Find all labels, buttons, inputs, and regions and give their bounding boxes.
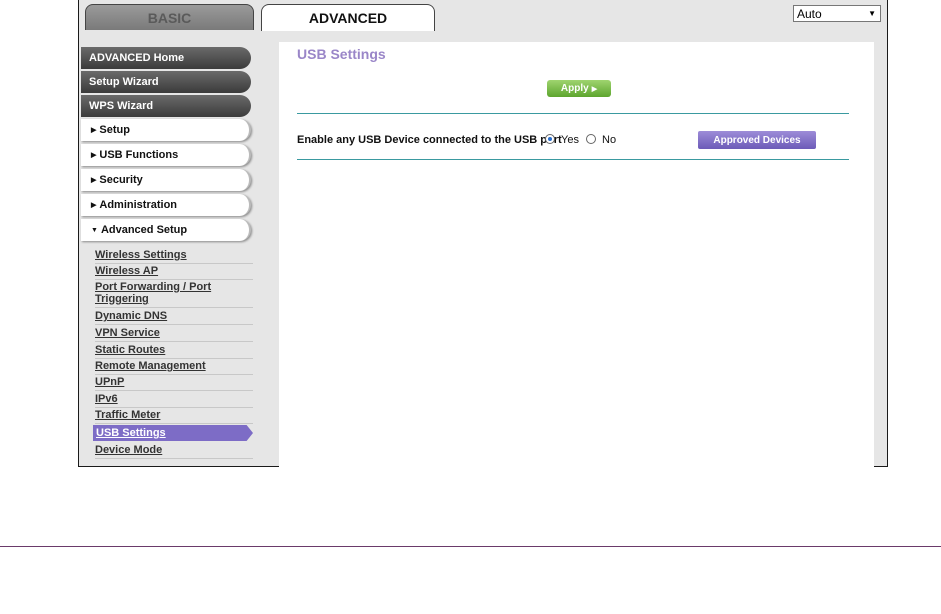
usb-no-label: No: [602, 134, 617, 146]
sidebar-section-label: Setup: [99, 124, 130, 136]
usb-enable-label: Enable any USB Device connected to the U…: [297, 134, 562, 146]
router-admin-frame: BASIC ADVANCED Auto ▼ ADVANCED Home Setu…: [78, 0, 888, 467]
triangle-down-icon: ▼: [91, 226, 98, 234]
sidebar-item-vpn-service[interactable]: VPN Service: [95, 325, 253, 342]
divider: [297, 113, 849, 114]
sidebar-wps-wizard[interactable]: WPS Wizard: [81, 95, 251, 117]
sidebar-item-device-mode[interactable]: Device Mode: [95, 442, 253, 459]
main-content: USB Settings Apply ▶ Enable any USB Devi…: [279, 42, 874, 467]
sidebar-item-static-routes[interactable]: Static Routes: [95, 342, 253, 359]
sidebar-section-label: Administration: [99, 199, 178, 211]
page-title: USB Settings: [297, 46, 386, 62]
sidebar-item-wireless-ap[interactable]: Wireless AP: [95, 263, 253, 280]
language-select-value: Auto: [797, 6, 822, 21]
sidebar-item-remote-management[interactable]: Remote Management: [95, 358, 253, 375]
tab-basic[interactable]: BASIC: [85, 4, 254, 30]
sidebar-section-administration[interactable]: ▶ Administration: [81, 194, 251, 216]
sidebar-item-port-forwarding[interactable]: Port Forwarding / Port Triggering: [95, 279, 253, 308]
sidebar-item-wireless-settings[interactable]: Wireless Settings: [95, 247, 253, 264]
usb-yes-label: Yes: [561, 134, 579, 146]
language-select[interactable]: Auto ▼: [793, 5, 881, 22]
triangle-right-icon: ▶: [91, 127, 97, 134]
usb-no-radio[interactable]: [586, 134, 596, 144]
sidebar-item-usb-settings[interactable]: USB Settings: [93, 425, 253, 441]
sidebar-item-traffic-meter[interactable]: Traffic Meter: [95, 407, 253, 424]
apply-label: Apply: [560, 83, 589, 94]
chevron-down-icon: ▼: [868, 9, 876, 18]
sidebar-section-setup[interactable]: ▶ Setup: [81, 119, 251, 141]
sidebar-section-label: Advanced Setup: [100, 224, 188, 236]
sidebar-section-usb-functions[interactable]: ▶ USB Functions: [81, 144, 251, 166]
triangle-right-icon: ▶: [91, 152, 97, 159]
triangle-right-icon: ▶: [91, 202, 97, 209]
sidebar-setup-wizard[interactable]: Setup Wizard: [81, 71, 251, 93]
sidebar-item-dynamic-dns[interactable]: Dynamic DNS: [95, 308, 253, 325]
divider: [297, 159, 849, 160]
sidebar-item-upnp[interactable]: UPnP: [95, 374, 253, 391]
approved-devices-button[interactable]: Approved Devices: [698, 131, 816, 149]
usb-yes-radio[interactable]: [545, 134, 555, 144]
sidebar-section-security[interactable]: ▶ Security: [81, 169, 251, 191]
triangle-right-icon: ▶: [591, 85, 598, 93]
sidebar-section-label: USB Functions: [99, 149, 179, 161]
sidebar-section-advanced-setup[interactable]: ▼ Advanced Setup: [81, 219, 251, 241]
page-footer-rule: [0, 546, 941, 547]
triangle-right-icon: ▶: [91, 177, 97, 184]
sidebar-advanced-home[interactable]: ADVANCED Home: [81, 47, 251, 69]
sidebar-section-label: Security: [99, 174, 143, 186]
sidebar-item-ipv6[interactable]: IPv6: [95, 391, 253, 408]
tab-advanced[interactable]: ADVANCED: [261, 4, 435, 31]
apply-button[interactable]: Apply ▶: [547, 80, 611, 97]
